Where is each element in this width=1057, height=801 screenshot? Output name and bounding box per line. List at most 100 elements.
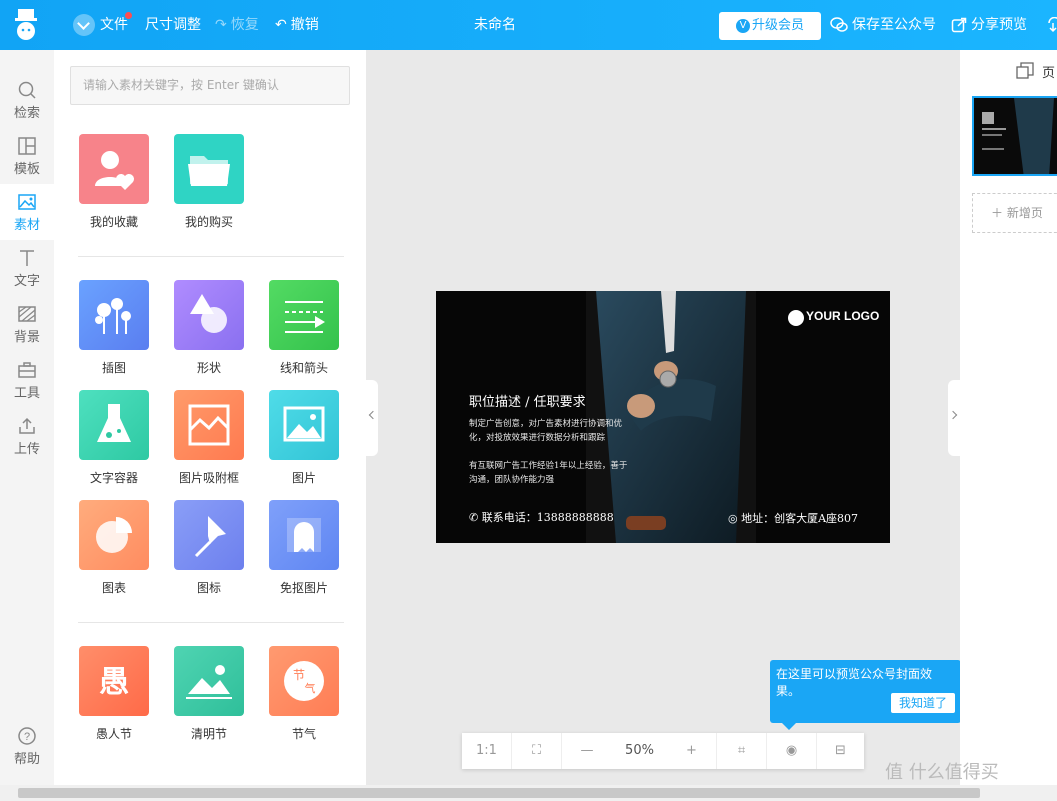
card-heading[interactable]: 职位描述 / 任职要求 — [469, 391, 586, 410]
nav-tools[interactable]: 工具 — [0, 352, 54, 408]
tile-shapes[interactable]: 形状 — [164, 280, 254, 376]
pin-icon — [174, 500, 244, 570]
add-page-button[interactable]: ＋ 新增页 — [972, 193, 1057, 233]
top-bar: 文件 尺寸调整 ↷ 恢复 ↶ 撤销 未命名 V 升级会员 保存至公众号 分享预览 — [0, 0, 1057, 50]
asset-search-input[interactable]: 请输入素材关键字，按 Enter 键确认 — [70, 66, 350, 105]
nav-upload[interactable]: 上传 — [0, 408, 54, 464]
divider — [78, 256, 344, 257]
tile-my-purchases[interactable]: 我的购买 — [164, 134, 254, 230]
share-preview-button[interactable]: 分享预览 — [951, 0, 1027, 50]
layout-button[interactable]: ⊟ — [817, 733, 864, 769]
crop-button[interactable]: ⌗ — [717, 733, 767, 769]
folder-icon — [174, 134, 244, 204]
tile-image-frame[interactable]: 图片吸附框 — [164, 390, 254, 486]
left-nav: 检索 模板 素材 文字 背景 工具 上传 ? 帮助 — [0, 50, 54, 785]
nav-material[interactable]: 素材 — [0, 184, 54, 240]
card-phone[interactable]: ✆ 联系电话：13888888888 — [469, 509, 614, 525]
illustration-icon — [79, 280, 149, 350]
tile-april-fools[interactable]: 愚 愚人节 — [69, 646, 159, 742]
upload-icon — [19, 417, 35, 434]
tile-image[interactable]: 图片 — [259, 390, 349, 486]
pie-chart-icon — [79, 500, 149, 570]
tile-illustration[interactable]: 插图 — [69, 280, 159, 376]
search-icon — [18, 81, 36, 99]
upgrade-button[interactable]: V 升级会员 — [719, 12, 821, 40]
watermark-text: 值 什么值得买 — [885, 762, 999, 783]
collapse-left-panel-button[interactable] — [366, 380, 378, 456]
your-logo-icon — [788, 310, 804, 326]
crop-icon: ⌗ — [737, 743, 746, 758]
location-icon: ◎ — [728, 512, 742, 525]
template-icon — [18, 137, 36, 155]
svg-text:?: ? — [24, 731, 30, 743]
collapse-right-panel-button[interactable] — [948, 380, 960, 456]
fit-screen-button[interactable]: ⛶ — [512, 733, 562, 769]
tile-text-container[interactable]: 文字容器 — [69, 390, 159, 486]
card-address[interactable]: ◎ 地址：创客大厦A座807 — [728, 510, 858, 526]
undo-icon: ↶ — [275, 17, 287, 33]
nav-text[interactable]: 文字 — [0, 240, 54, 296]
asset-panel: 请输入素材关键字，按 Enter 键确认 我的收藏 我的购买 插图 形状 线和箭… — [54, 50, 366, 785]
toolbox-icon — [18, 362, 36, 378]
redo-button[interactable]: ↷ 恢复 — [215, 0, 259, 50]
pages-icon — [1016, 62, 1034, 84]
tile-chart[interactable]: 图表 — [69, 500, 159, 596]
nav-background[interactable]: 背景 — [0, 296, 54, 352]
fullscreen-icon: ⛶ — [531, 743, 542, 758]
save-to-wechat-button[interactable]: 保存至公众号 — [830, 0, 936, 50]
solar-terms-icon: 节气 — [269, 646, 339, 716]
zoom-in-button[interactable]: + — [667, 733, 717, 769]
logo-text[interactable]: YOUR LOGO — [806, 309, 879, 323]
preview-tooltip: 在这里可以预览公众号封面效果。 我知道了 — [770, 660, 961, 730]
card-description-2[interactable]: 有互联网广告工作经验1年以上经验，善于沟通，团队协作能力强 — [469, 459, 629, 487]
page-thumbnail[interactable] — [972, 96, 1057, 176]
scrollbar-thumb[interactable] — [18, 788, 980, 798]
text-icon — [20, 250, 34, 266]
favorites-icon — [79, 134, 149, 204]
tile-my-favorites[interactable]: 我的收藏 — [69, 134, 159, 230]
chevron-right-icon — [948, 410, 958, 420]
undo-button[interactable]: ↶ 撤销 — [275, 0, 319, 50]
thumbnail-preview — [974, 98, 1057, 174]
design-canvas[interactable]: YOUR LOGO 职位描述 / 任职要求 制定广告创意，对广告素材进行协调和优… — [436, 291, 890, 543]
ghost-icon — [269, 500, 339, 570]
wechat-icon — [830, 17, 848, 32]
actual-size-button[interactable]: 1:1 — [462, 733, 512, 769]
horizontal-scrollbar[interactable] — [0, 785, 1057, 801]
tile-solar-terms[interactable]: 节气 节气 — [259, 646, 349, 742]
tile-cutout-images[interactable]: 免抠图片 — [259, 500, 349, 596]
nav-help[interactable]: ? 帮助 — [0, 718, 54, 774]
zoom-out-button[interactable]: — — [562, 733, 612, 769]
nav-search[interactable]: 检索 — [0, 72, 54, 128]
notification-dot — [125, 12, 132, 19]
plus-icon: + — [686, 743, 697, 758]
preview-button[interactable]: ◉ — [767, 733, 817, 769]
flask-icon — [79, 390, 149, 460]
tile-lines-arrows[interactable]: 线和箭头 — [259, 280, 349, 376]
svg-text:愚: 愚 — [99, 665, 129, 700]
resize-button[interactable]: 尺寸调整 — [145, 0, 201, 50]
card-description-1[interactable]: 制定广告创意，对广告素材进行协调和优化，对投放效果进行数据分析和跟踪 — [469, 417, 629, 445]
qingming-icon — [174, 646, 244, 716]
shapes-icon — [174, 280, 244, 350]
svg-text:节: 节 — [293, 668, 305, 682]
share-icon — [951, 17, 967, 33]
vip-icon: V — [735, 18, 750, 33]
arrow-icon — [269, 280, 339, 350]
chevron-left-icon — [368, 410, 378, 420]
pages-title: 页 — [1042, 66, 1056, 81]
zoom-toolbar: 1:1 ⛶ — 50% + ⌗ ◉ ⊟ — [462, 733, 864, 769]
redo-icon: ↷ — [215, 17, 227, 33]
download-icon[interactable] — [1046, 17, 1057, 33]
phone-icon: ✆ — [469, 511, 482, 524]
tile-icons[interactable]: 图标 — [164, 500, 254, 596]
tile-qingming[interactable]: 清明节 — [164, 646, 254, 742]
app-logo-icon[interactable] — [12, 7, 42, 43]
divider — [78, 622, 344, 623]
split-icon: ⊟ — [835, 743, 846, 758]
pages-panel: 页 ＋ 新增页 — [960, 50, 1057, 785]
got-it-button[interactable]: 我知道了 — [891, 693, 955, 713]
file-menu[interactable]: 文件 — [73, 0, 128, 50]
nav-template[interactable]: 模板 — [0, 128, 54, 184]
document-title[interactable]: 未命名 — [460, 0, 530, 50]
